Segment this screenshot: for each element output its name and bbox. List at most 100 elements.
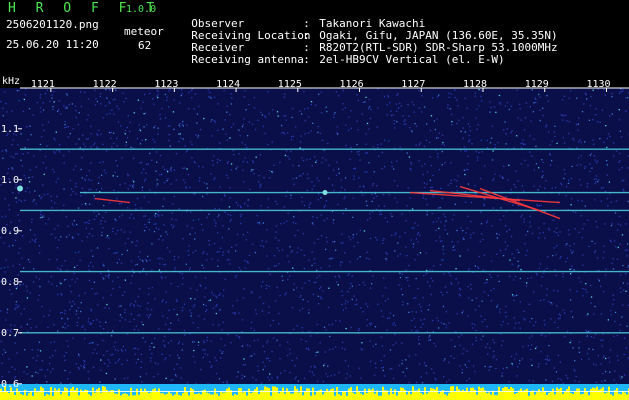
noise-dot bbox=[453, 357, 455, 359]
noise-dot bbox=[376, 239, 378, 241]
noise-dot bbox=[215, 372, 218, 375]
noise-dot bbox=[337, 203, 339, 205]
noise-dot bbox=[43, 129, 45, 132]
noise-dot bbox=[581, 236, 583, 239]
noise-dot bbox=[411, 227, 413, 229]
noise-dot bbox=[420, 319, 422, 321]
noise-dot bbox=[227, 177, 229, 179]
bottom-bar bbox=[490, 394, 492, 400]
noise-dot bbox=[344, 196, 346, 198]
noise-dot bbox=[590, 95, 592, 98]
noise-dot bbox=[205, 304, 207, 307]
noise-dot bbox=[360, 377, 362, 379]
noise-dot bbox=[347, 365, 350, 367]
noise-dot bbox=[424, 163, 426, 165]
noise-dot bbox=[14, 368, 16, 370]
noise-dot bbox=[172, 379, 174, 381]
noise-dot bbox=[409, 167, 411, 170]
noise-dot bbox=[320, 296, 322, 298]
noise-dot bbox=[508, 228, 511, 231]
noise-dot bbox=[342, 212, 344, 215]
noise-dot bbox=[406, 205, 408, 207]
noise-dot bbox=[88, 219, 90, 222]
noise-dot bbox=[418, 338, 420, 341]
noise-dot bbox=[90, 250, 93, 252]
noise-dot bbox=[50, 276, 52, 278]
noise-dot bbox=[452, 249, 454, 251]
noise-dot bbox=[241, 319, 244, 321]
noise-dot bbox=[569, 90, 572, 92]
noise-dot bbox=[545, 124, 548, 126]
noise-dot bbox=[6, 111, 8, 113]
bottom-bar bbox=[26, 395, 28, 400]
noise-dot bbox=[88, 170, 91, 172]
noise-dot bbox=[12, 265, 14, 267]
noise-dot bbox=[72, 237, 74, 240]
noise-dot bbox=[206, 339, 208, 342]
noise-dot bbox=[358, 367, 360, 369]
bottom-bar bbox=[608, 386, 610, 400]
noise-dot bbox=[182, 343, 184, 345]
noise-dot bbox=[413, 317, 415, 320]
x-tick-label: 1124 bbox=[216, 79, 240, 90]
noise-dot bbox=[262, 345, 264, 347]
noise-dot bbox=[376, 126, 378, 128]
noise-dot bbox=[158, 228, 160, 230]
noise-dot bbox=[269, 360, 271, 362]
noise-dot bbox=[162, 239, 164, 241]
noise-dot bbox=[112, 99, 115, 101]
noise-dot bbox=[512, 204, 514, 206]
noise-dot bbox=[607, 319, 609, 321]
noise-dot bbox=[336, 161, 338, 163]
noise-dot bbox=[447, 184, 449, 186]
bottom-bar bbox=[288, 391, 290, 400]
bottom-bar bbox=[274, 386, 276, 400]
noise-dot bbox=[157, 94, 159, 96]
noise-dot bbox=[224, 211, 226, 213]
noise-dot bbox=[269, 177, 271, 179]
noise-dot bbox=[260, 111, 262, 113]
noise-dot bbox=[251, 292, 253, 294]
noise-dot bbox=[203, 318, 205, 320]
noise-dot bbox=[311, 188, 313, 190]
noise-dot bbox=[149, 189, 151, 191]
noise-dot bbox=[19, 284, 21, 286]
noise-dot bbox=[292, 178, 294, 180]
noise-dot bbox=[443, 359, 445, 362]
noise-dot bbox=[217, 259, 219, 262]
noise-dot bbox=[425, 252, 427, 254]
bottom-bar bbox=[478, 386, 480, 400]
bottom-bar bbox=[92, 387, 94, 400]
noise-dot bbox=[246, 161, 249, 163]
noise-dot bbox=[591, 167, 593, 169]
noise-dot bbox=[595, 181, 597, 183]
noise-dot bbox=[303, 377, 306, 379]
noise-dot bbox=[449, 108, 451, 110]
noise-dot bbox=[503, 215, 505, 217]
noise-dot bbox=[351, 298, 353, 301]
bottom-bar bbox=[16, 388, 18, 400]
noise-dot bbox=[63, 154, 65, 157]
noise-dot bbox=[239, 205, 241, 207]
noise-dot bbox=[392, 377, 395, 380]
noise-dot bbox=[567, 229, 570, 231]
noise-dot bbox=[181, 93, 183, 95]
noise-dot bbox=[102, 263, 104, 265]
noise-dot bbox=[311, 251, 313, 253]
noise-dot bbox=[57, 224, 59, 227]
noise-dot bbox=[235, 275, 238, 277]
noise-dot bbox=[405, 246, 407, 248]
bottom-bar bbox=[76, 388, 78, 400]
noise-dot bbox=[315, 354, 317, 357]
noise-dot bbox=[436, 220, 438, 223]
noise-dot bbox=[130, 146, 132, 148]
noise-dot bbox=[321, 235, 323, 237]
noise-dot bbox=[500, 207, 502, 209]
noise-dot bbox=[5, 319, 7, 321]
noise-dot bbox=[576, 147, 578, 149]
noise-dot bbox=[323, 326, 326, 328]
bottom-bar bbox=[332, 388, 334, 400]
noise-dot bbox=[168, 139, 170, 142]
noise-dot bbox=[404, 119, 406, 121]
noise-dot bbox=[101, 174, 103, 176]
